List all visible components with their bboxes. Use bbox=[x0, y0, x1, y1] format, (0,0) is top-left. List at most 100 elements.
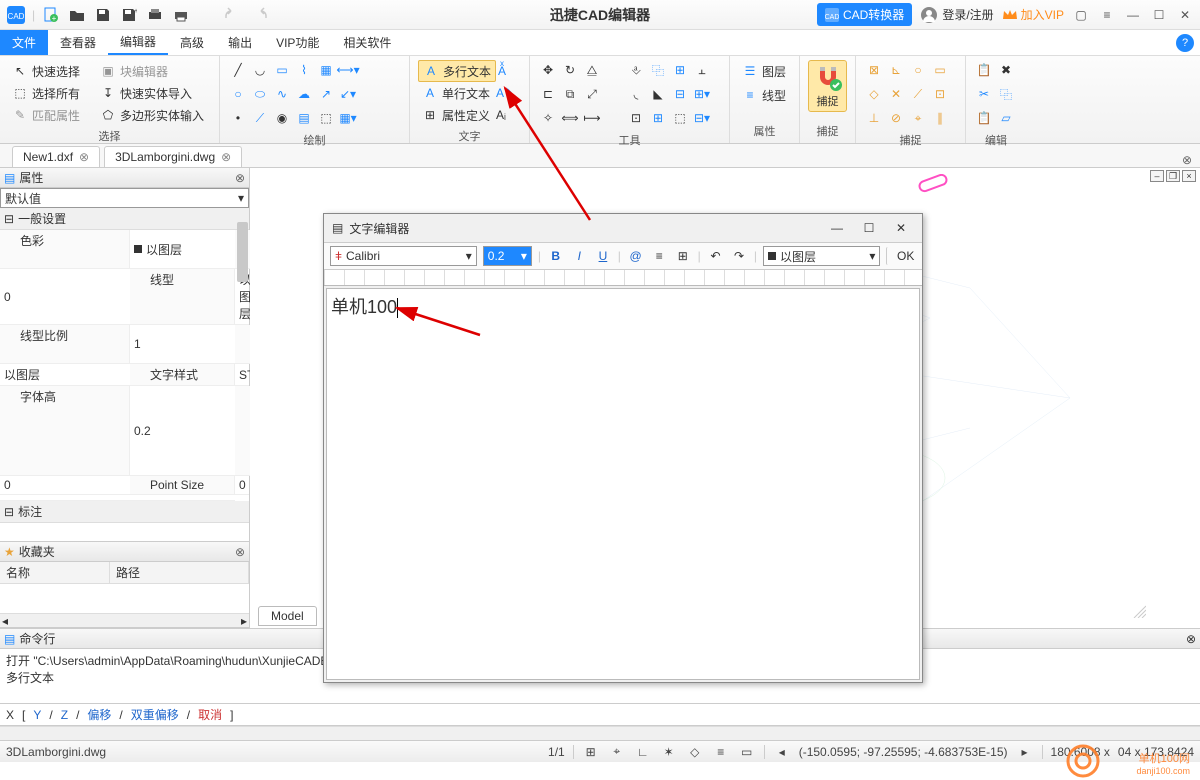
undo-button[interactable]: ↶ bbox=[707, 247, 725, 265]
copy-icon[interactable]: ⿻ bbox=[648, 60, 668, 80]
menu-viewer[interactable]: 查看器 bbox=[48, 30, 108, 55]
snap-button[interactable]: 捕捉 bbox=[808, 60, 847, 112]
vip-button[interactable]: 加入VIP bbox=[1002, 6, 1064, 23]
polyline-icon[interactable]: ⌇ bbox=[294, 60, 314, 80]
help-icon[interactable]: ? bbox=[1176, 34, 1194, 52]
layer-button[interactable]: ☰图层 bbox=[738, 60, 790, 82]
prop-val[interactable]: STANDARD bbox=[235, 364, 249, 386]
wipeout-icon[interactable]: ⬚ bbox=[316, 108, 336, 128]
ok-button[interactable]: OK bbox=[886, 247, 916, 265]
sb-grid-icon[interactable]: ⊞ bbox=[582, 744, 600, 760]
scale-icon[interactable]: ⤢ bbox=[582, 84, 602, 104]
prop-val[interactable]: 0.2 bbox=[130, 386, 235, 476]
dialog-max-icon[interactable]: ☐ bbox=[856, 221, 882, 235]
cut-icon[interactable]: ✂ bbox=[974, 84, 994, 104]
save-icon[interactable] bbox=[93, 5, 113, 25]
snap-qua-icon[interactable]: ◇ bbox=[864, 84, 884, 104]
printer-icon[interactable] bbox=[171, 5, 191, 25]
properties-combo[interactable]: 默认值▾ bbox=[0, 188, 249, 208]
menu-advanced[interactable]: 高级 bbox=[168, 30, 216, 55]
extend-icon[interactable]: ⊏ bbox=[538, 84, 558, 104]
tab-lamborgini[interactable]: 3DLamborgini.dwg⊗ bbox=[104, 146, 242, 167]
menu-file[interactable]: 文件 bbox=[0, 30, 48, 55]
stext-button[interactable]: A单行文本 bbox=[418, 82, 494, 104]
erase-icon[interactable]: ▱ bbox=[996, 108, 1016, 128]
at-button[interactable]: @ bbox=[627, 247, 645, 265]
cmd-cancel-link[interactable]: 取消 bbox=[198, 706, 222, 723]
snap-near-icon[interactable]: ⌖ bbox=[908, 108, 928, 128]
dim-icon[interactable]: ⟷▾ bbox=[338, 60, 358, 80]
explode-icon[interactable]: ✧ bbox=[538, 108, 558, 128]
snap-end-icon[interactable]: ⊠ bbox=[864, 60, 884, 80]
attrdef-button[interactable]: ⊞属性定义 bbox=[418, 104, 494, 126]
paste-icon[interactable]: 📋 bbox=[974, 60, 994, 80]
menu-icon[interactable]: ≡ bbox=[1098, 8, 1116, 22]
align-icon[interactable]: ⫠ bbox=[692, 60, 712, 80]
undo-icon[interactable] bbox=[223, 5, 243, 25]
text-find-icon[interactable]: Aᵢ bbox=[496, 108, 506, 122]
tab-new1[interactable]: New1.dxf⊗ bbox=[12, 146, 100, 167]
donut-icon[interactable]: ◉ bbox=[272, 108, 292, 128]
tool-c-icon[interactable]: ⬚ bbox=[670, 108, 690, 128]
ray-icon[interactable]: ↗ bbox=[316, 84, 336, 104]
fontsize-combo[interactable]: 0.2▾ bbox=[483, 246, 532, 266]
sb-polar-icon[interactable]: ✶ bbox=[660, 744, 678, 760]
dialog-min-icon[interactable]: — bbox=[824, 221, 850, 235]
copy2-icon[interactable]: ⿻ bbox=[996, 84, 1016, 104]
font-combo[interactable]: ǂCalibri▾ bbox=[330, 246, 477, 266]
mirror-icon[interactable]: ⧋ bbox=[582, 60, 602, 80]
italic-button[interactable]: I bbox=[571, 247, 589, 265]
text-edit-icon[interactable]: A✎ bbox=[496, 86, 514, 100]
delete-icon[interactable]: ✖ bbox=[996, 60, 1016, 80]
offset-icon[interactable]: ⧉ bbox=[560, 84, 580, 104]
select-all[interactable]: ⬚选择所有 bbox=[8, 82, 84, 104]
array-icon[interactable]: ⊞ bbox=[670, 60, 690, 80]
prop-val[interactable]: 0 bbox=[0, 476, 130, 495]
tool-b-icon[interactable]: ⊞ bbox=[648, 108, 668, 128]
sb-snap-icon[interactable]: ⌖ bbox=[608, 744, 626, 760]
sb-lwt-icon[interactable]: ≡ bbox=[712, 744, 730, 760]
redo-button[interactable]: ↷ bbox=[730, 247, 748, 265]
cmd-z-link[interactable]: Z bbox=[61, 708, 68, 722]
line-icon[interactable]: ╱ bbox=[228, 60, 248, 80]
snap-int-icon[interactable]: ✕ bbox=[886, 84, 906, 104]
open-icon[interactable] bbox=[67, 5, 87, 25]
prop-group-dim[interactable]: ⊟标注 bbox=[0, 501, 249, 523]
underline-button[interactable]: U bbox=[594, 247, 612, 265]
maximize-icon[interactable]: ☐ bbox=[1150, 8, 1168, 22]
quick-select[interactable]: ↖快速选择 bbox=[8, 60, 84, 82]
snap-node-icon[interactable]: ▭ bbox=[930, 60, 950, 80]
login-button[interactable]: 登录/注册 bbox=[920, 6, 993, 24]
poly-solid[interactable]: ⬠多边形实体输入 bbox=[96, 104, 208, 126]
ellipse-icon[interactable]: ⬭ bbox=[250, 84, 270, 104]
leader-icon[interactable]: ↙▾ bbox=[338, 84, 358, 104]
close-icon[interactable]: ✕ bbox=[1176, 8, 1194, 22]
panel-close-icon[interactable]: ⊗ bbox=[235, 171, 245, 185]
move-icon[interactable]: ✥ bbox=[538, 60, 558, 80]
sb-osnap-icon[interactable]: ◇ bbox=[686, 744, 704, 760]
cmd-y-link[interactable]: Y bbox=[33, 708, 41, 722]
cmd-offset-link[interactable]: 偏移 bbox=[87, 706, 111, 723]
cad-converter-button[interactable]: CAD CAD转换器 bbox=[817, 3, 912, 26]
fav-col-name[interactable]: 名称 bbox=[0, 562, 110, 583]
message-icon[interactable]: ▢ bbox=[1072, 8, 1090, 22]
block-editor[interactable]: ▣块编辑器 bbox=[96, 60, 172, 82]
fav-hscroll[interactable]: ◂▸ bbox=[0, 613, 249, 627]
snap-ext-icon[interactable]: ⟋ bbox=[908, 84, 928, 104]
text-editor-ruler[interactable] bbox=[324, 270, 922, 286]
sb-next-icon[interactable]: ▸ bbox=[1016, 744, 1034, 760]
tab-close-icon[interactable]: ⊗ bbox=[221, 150, 231, 164]
dialog-close-icon[interactable]: ✕ bbox=[888, 221, 914, 235]
match-props[interactable]: ✎匹配属性 bbox=[8, 104, 84, 126]
menu-output[interactable]: 输出 bbox=[216, 30, 264, 55]
panel-close-icon[interactable]: ⊗ bbox=[1186, 632, 1196, 646]
linetype-button[interactable]: ≡线型 bbox=[738, 84, 790, 106]
model-tab[interactable]: Model bbox=[258, 606, 317, 626]
menu-vip[interactable]: VIP功能 bbox=[264, 30, 331, 55]
text-editor-body[interactable]: 单机100 bbox=[326, 288, 920, 680]
snap-par-icon[interactable]: ∥ bbox=[930, 108, 950, 128]
mtext-button[interactable]: A多行文本 bbox=[418, 60, 496, 82]
command-input-line[interactable]: X [ Y/ Z/ 偏移/ 双重偏移/ 取消 ] bbox=[0, 704, 1200, 726]
chamfer-icon[interactable]: ◣ bbox=[648, 84, 668, 104]
prop-val[interactable]: 以图层 bbox=[0, 364, 130, 386]
